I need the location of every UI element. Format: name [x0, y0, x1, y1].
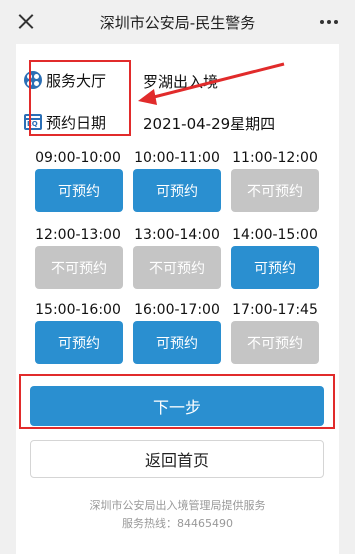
- slot-time: 09:00-10:00: [35, 150, 121, 166]
- footer-hotline: 服务热线：84465490: [122, 517, 233, 530]
- slot-time: 11:00-12:00: [232, 150, 318, 166]
- slot-time: 16:00-17:00: [134, 302, 220, 318]
- back-home-button[interactable]: 返回首页: [30, 440, 324, 478]
- slot-button[interactable]: 可预约: [133, 169, 221, 212]
- slot-button[interactable]: 可预约: [35, 169, 123, 212]
- slot-button[interactable]: 可预约: [133, 321, 221, 364]
- slot-time: 17:00-17:45: [232, 302, 318, 318]
- slot-button: 不可预约: [35, 246, 123, 289]
- slot-time: 14:00-15:00: [232, 227, 318, 243]
- slot-time: 15:00-16:00: [35, 302, 121, 318]
- slot-button[interactable]: 可预约: [35, 321, 123, 364]
- highlight-box-next: [19, 374, 335, 429]
- slot-time: 13:00-14:00: [134, 227, 220, 243]
- slot-button[interactable]: 可预约: [231, 246, 319, 289]
- slot-time: 12:00-13:00: [35, 227, 121, 243]
- slot-button: 不可预约: [231, 321, 319, 364]
- slot-time: 10:00-11:00: [134, 150, 220, 166]
- slot-button: 不可预约: [133, 246, 221, 289]
- slot-button: 不可预约: [231, 169, 319, 212]
- footer-provider: 深圳市公安局出入境管理局提供服务: [89, 499, 266, 512]
